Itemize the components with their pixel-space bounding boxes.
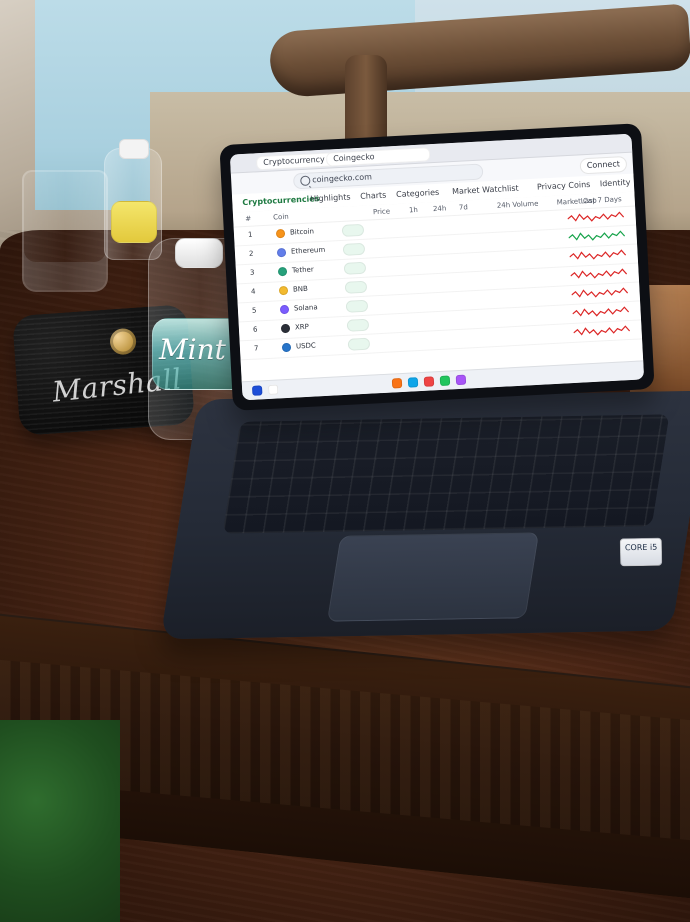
coin-logo-icon [278, 267, 287, 276]
chrome-icon[interactable] [424, 376, 435, 387]
sparkline-line [570, 269, 626, 279]
laptop-screen: Cryptocurrency Prices, Charts Coingecko … [219, 123, 654, 411]
coin-logo-icon [280, 305, 289, 314]
coin-logo-icon [279, 286, 288, 295]
nav-charts[interactable]: Charts [360, 191, 387, 201]
yellow-bottle-label [111, 201, 157, 243]
coin-logo-icon [282, 343, 291, 352]
buy-pill[interactable] [343, 243, 366, 256]
sparkline-chart [573, 323, 632, 340]
nav-identity[interactable]: Identity [600, 178, 631, 189]
sparkline-line [569, 250, 625, 260]
row-rank: 7 [254, 344, 259, 352]
coin-logo-icon [277, 248, 286, 257]
nav-highlights[interactable]: Highlights [310, 192, 351, 203]
th-last-7-days: Last 7 Days [581, 195, 622, 205]
store-icon[interactable] [440, 375, 451, 386]
laptop-keyboard [222, 414, 669, 533]
sparkline-chart [571, 285, 630, 302]
sparkline-line [571, 288, 627, 298]
row-rank: 3 [250, 269, 255, 277]
laptop-touchpad [327, 532, 539, 621]
buy-pill[interactable] [344, 262, 367, 275]
grass-patch-left [0, 720, 120, 922]
th-1h: 1h [409, 206, 418, 214]
search-icon [300, 176, 311, 187]
sparkline-line [568, 231, 624, 241]
search-taskbar-icon[interactable] [268, 384, 279, 395]
row-rank: 1 [248, 231, 253, 239]
buy-pill[interactable] [346, 300, 369, 313]
water-bottle-cap [175, 238, 223, 268]
row-coin: Ethereum [291, 246, 326, 256]
buy-pill[interactable] [348, 338, 371, 351]
row-rank: 4 [251, 288, 256, 296]
sparkline-line [567, 212, 623, 222]
row-coin: XRP [295, 323, 309, 332]
buy-pill[interactable] [347, 319, 370, 332]
coin-logo-icon [281, 324, 290, 333]
row-coin: Solana [294, 303, 318, 312]
th-24h: 24h [433, 204, 447, 213]
photo-scene: Marshall Mint CORE i5 Cryptocurrency Pri… [0, 0, 690, 922]
row-rank: 5 [252, 307, 257, 315]
water-bottle-brand: Mint [159, 333, 226, 366]
intel-sticker: CORE i5 [620, 538, 662, 567]
buy-pill[interactable] [345, 281, 368, 294]
intel-sticker-text: CORE i5 [625, 543, 658, 553]
coin-logo-icon [276, 229, 285, 238]
address-text: coingecko.com [312, 172, 372, 184]
th-price: Price [373, 207, 390, 216]
crypto-table: # Coin Price 1h 24h 7d 24h Volume Market… [233, 192, 643, 383]
speaker-knob [109, 328, 137, 356]
row-coin: BNB [293, 285, 308, 294]
connect-button[interactable]: Connect [579, 156, 627, 174]
row-rank: 6 [253, 325, 258, 333]
laptop-display: Cryptocurrency Prices, Charts Coingecko … [230, 134, 644, 401]
row-coin: Bitcoin [290, 227, 314, 236]
sparkline-chart [569, 247, 628, 264]
row-coin: USDC [296, 341, 316, 350]
windows-start-icon[interactable] [252, 385, 263, 396]
nav-categories[interactable]: Categories [396, 188, 440, 199]
browser-tab-2[interactable]: Coingecko [326, 147, 431, 166]
edge-icon[interactable] [408, 377, 419, 388]
th-coin: Coin [273, 213, 289, 222]
th-7d: 7d [459, 203, 468, 211]
sparkline-line [572, 307, 628, 317]
nav-privacy-coins[interactable]: Privacy Coins [537, 180, 591, 192]
buy-pill[interactable] [342, 224, 365, 237]
yellow-label-bottle [104, 148, 162, 260]
row-rank: 2 [249, 250, 254, 258]
sparkline-chart [570, 266, 629, 283]
app-icon[interactable] [456, 375, 467, 386]
sparkline-chart [568, 228, 627, 245]
file-explorer-icon[interactable] [392, 378, 403, 389]
nav-market-watchlist[interactable]: Market Watchlist [452, 184, 519, 196]
sparkline-line [573, 326, 629, 336]
drinking-glass [22, 170, 108, 292]
sparkline-chart [572, 304, 631, 321]
nav-cryptocurrencies[interactable]: Cryptocurrencies [242, 194, 320, 207]
sparkline-chart [567, 209, 626, 226]
th-24h-volume: 24h Volume [497, 200, 539, 210]
row-coin: Tether [292, 265, 314, 274]
th-rank: # [245, 215, 251, 223]
